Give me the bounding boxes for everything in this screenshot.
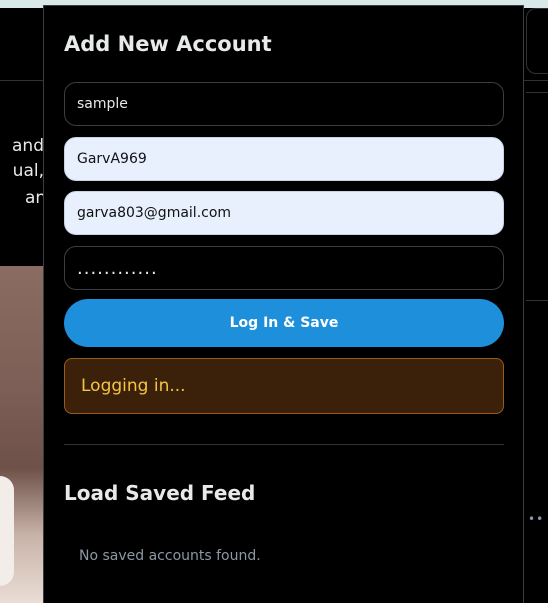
background-right-panel <box>526 8 548 74</box>
add-account-popup: Add New Account Log In & Save Logging in… <box>43 5 524 603</box>
background-divider <box>526 300 548 301</box>
background-post-image <box>0 266 44 603</box>
status-text: Logging in... <box>81 376 186 396</box>
popup-title: Add New Account <box>64 32 272 56</box>
login-save-button[interactable]: Log In & Save <box>64 299 504 347</box>
password-input[interactable] <box>64 246 504 290</box>
section-divider <box>64 444 504 445</box>
background-divider <box>526 92 548 93</box>
status-message: Logging in... <box>64 358 504 414</box>
empty-accounts-message: No saved accounts found. <box>79 548 261 564</box>
background-text-line: ual, <box>12 161 44 181</box>
background-image-detail <box>0 476 14 586</box>
username-input[interactable] <box>64 137 504 181</box>
saved-feed-title: Load Saved Feed <box>64 481 256 505</box>
account-name-input[interactable] <box>64 82 504 126</box>
email-input[interactable] <box>64 191 504 235</box>
more-options-icon[interactable]: •• <box>528 512 544 526</box>
background-text-line: and <box>12 136 44 156</box>
